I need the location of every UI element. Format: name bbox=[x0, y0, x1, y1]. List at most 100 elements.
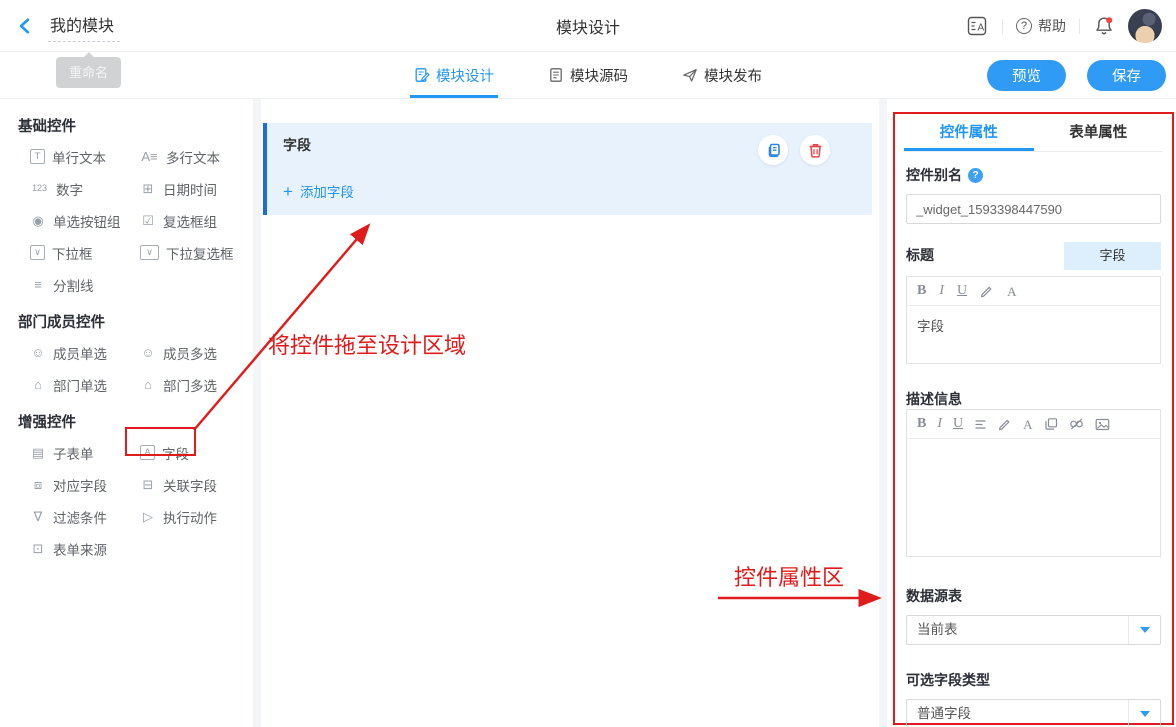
italic-button[interactable]: I bbox=[939, 284, 944, 298]
title-field-chip[interactable]: 字段 bbox=[1064, 242, 1161, 270]
sidebar-item-multi-line-text[interactable]: A≡ 多行文本 bbox=[140, 146, 243, 167]
tab-widget-properties[interactable]: 控件属性 bbox=[904, 114, 1034, 151]
sidebar-scrollbar-track[interactable] bbox=[253, 99, 261, 727]
save-button[interactable]: 保存 bbox=[1087, 60, 1166, 91]
sidebar-item-radio-group[interactable]: ◉ 单选按钮组 bbox=[30, 210, 140, 231]
item-label: 表单来源 bbox=[53, 539, 107, 559]
selected-field-widget[interactable]: 字段 + 添加字段 bbox=[263, 123, 872, 215]
item-label: 部门多选 bbox=[163, 375, 217, 395]
sidebar-item-datetime[interactable]: ⊞ 日期时间 bbox=[140, 178, 243, 199]
related-field-icon: ⊟ bbox=[140, 477, 156, 492]
title-rich-editor: B I U A 字段 bbox=[906, 276, 1161, 364]
italic-button[interactable]: I bbox=[937, 417, 942, 431]
rename-tooltip: 重命名 bbox=[56, 57, 121, 88]
tab-form-properties[interactable]: 表单属性 bbox=[1034, 114, 1164, 151]
image-button[interactable] bbox=[1095, 418, 1110, 431]
sidebar-item-form-source[interactable]: ⊡ 表单来源 bbox=[30, 538, 140, 559]
widget-alias-label: 控件别名 ? bbox=[906, 165, 1161, 185]
sidebar-item-dept-multi[interactable]: ⌂ 部门多选 bbox=[140, 374, 243, 395]
delete-widget-button[interactable] bbox=[800, 135, 830, 165]
module-designer-app: 我的模块 模块设计 A ? 帮助 bbox=[0, 0, 1176, 727]
sidebar-item-checkbox-group[interactable]: ☑ 复选框组 bbox=[140, 210, 243, 231]
sidebar-item-subform[interactable]: ▤ 子表单 bbox=[30, 442, 140, 463]
widget-alias-label-text: 控件别名 bbox=[906, 165, 962, 185]
sidebar-item-related-field[interactable]: ⊟ 关联字段 bbox=[140, 474, 243, 495]
translate-icon[interactable]: A bbox=[965, 14, 989, 38]
sidebar-item-dept-single[interactable]: ⌂ 部门单选 bbox=[30, 374, 140, 395]
sidebar-item-dropdown-multi[interactable]: ∨ 下拉复选框 bbox=[140, 242, 243, 263]
fieldtype-caret-box[interactable] bbox=[1128, 700, 1160, 727]
sidebar-item-mapping-field[interactable]: ⧈ 对应字段 bbox=[30, 474, 140, 495]
dropdown-icon: ∨ bbox=[30, 245, 45, 260]
sidebar-item-single-line-text[interactable]: T 单行文本 bbox=[30, 146, 140, 167]
bold-button[interactable]: B bbox=[917, 417, 926, 431]
plus-icon: + bbox=[283, 183, 293, 200]
align-button[interactable] bbox=[974, 418, 987, 431]
checkbox-group-icon: ☑ bbox=[140, 213, 156, 228]
sidebar-item-member-single[interactable]: ☺ 成员单选 bbox=[30, 342, 140, 363]
chevron-down-icon bbox=[1140, 627, 1150, 633]
underline-button[interactable]: U bbox=[953, 417, 963, 431]
datetime-icon: ⊞ bbox=[140, 181, 156, 196]
back-chevron-icon bbox=[16, 17, 34, 35]
font-button[interactable]: A bbox=[1023, 418, 1032, 431]
title-editor-content[interactable]: 字段 bbox=[907, 306, 1160, 363]
tab-module-source[interactable]: 模块源码 bbox=[544, 52, 632, 98]
design-canvas[interactable]: 字段 + 添加字段 bbox=[261, 99, 879, 727]
fieldtype-select[interactable]: 普通字段 bbox=[906, 699, 1161, 727]
copy-format-button[interactable] bbox=[1044, 417, 1058, 431]
unlink-button[interactable] bbox=[1069, 417, 1084, 431]
title-editor-toolbar: B I U A bbox=[907, 277, 1160, 306]
basic-controls-grid: T 单行文本 A≡ 多行文本 123 数字 ⊞ 日期时间 ◉ 单选按钮组 ☑ 复… bbox=[30, 146, 253, 295]
single-line-text-icon: T bbox=[30, 149, 45, 164]
header-separator bbox=[1002, 19, 1003, 34]
top-header: 我的模块 模块设计 A ? 帮助 bbox=[0, 0, 1176, 52]
bold-button[interactable]: B bbox=[917, 284, 926, 298]
tab-module-publish[interactable]: 模块发布 bbox=[678, 52, 766, 98]
header-separator-2 bbox=[1079, 19, 1080, 34]
datasource-select[interactable]: 当前表 bbox=[906, 615, 1161, 645]
sidebar-item-member-multi[interactable]: ☺ 成员多选 bbox=[140, 342, 243, 363]
widget-alias-input[interactable] bbox=[906, 194, 1161, 224]
notification-button[interactable] bbox=[1093, 15, 1115, 37]
subform-icon: ▤ bbox=[30, 445, 46, 460]
item-label: 分割线 bbox=[53, 275, 94, 295]
item-label: 关联字段 bbox=[163, 475, 217, 495]
dept-single-icon: ⌂ bbox=[30, 377, 46, 392]
properties-panel: 控件属性 表单属性 控件别名 ? 标题 字段 B I U A 字段 描述信息 bbox=[893, 112, 1174, 725]
back-button[interactable] bbox=[16, 16, 36, 36]
section-basic-controls: 基础控件 bbox=[18, 115, 253, 136]
description-editor-content[interactable] bbox=[907, 439, 1160, 556]
sidebar-item-dropdown[interactable]: ∨ 下拉框 bbox=[30, 242, 140, 263]
sidebar-item-filter-condition[interactable]: ∇ 过滤条件 bbox=[30, 506, 140, 527]
radio-group-icon: ◉ bbox=[30, 213, 46, 228]
sidebar-item-execute-action[interactable]: ▷ 执行动作 bbox=[140, 506, 243, 527]
canvas-scrollbar-track[interactable] bbox=[879, 99, 887, 727]
item-label: 成员单选 bbox=[53, 343, 107, 363]
sidebar-item-number[interactable]: 123 数字 bbox=[30, 178, 140, 199]
duplicate-widget-button[interactable] bbox=[758, 135, 788, 165]
help-button[interactable]: ? 帮助 bbox=[1016, 16, 1066, 36]
module-source-icon bbox=[548, 67, 564, 83]
user-avatar[interactable] bbox=[1128, 9, 1162, 43]
module-name[interactable]: 我的模块 bbox=[48, 10, 120, 42]
preview-button[interactable]: 预览 bbox=[987, 60, 1066, 91]
sidebar-item-field[interactable]: A 字段 bbox=[140, 442, 243, 463]
dropdown-multi-icon: ∨ bbox=[140, 245, 159, 260]
item-label: 数字 bbox=[56, 179, 83, 199]
add-field-link[interactable]: + 添加字段 bbox=[283, 181, 354, 201]
tab-module-design[interactable]: 模块设计 bbox=[410, 52, 498, 98]
fieldtype-label: 可选字段类型 bbox=[906, 670, 1161, 690]
alias-help-icon[interactable]: ? bbox=[968, 168, 983, 183]
title-field-row: 标题 字段 bbox=[906, 245, 1161, 273]
sidebar-item-divider[interactable]: ≡ 分割线 bbox=[30, 274, 140, 295]
fieldtype-value: 普通字段 bbox=[917, 706, 971, 721]
mapping-field-icon: ⧈ bbox=[30, 477, 46, 492]
datasource-caret-box[interactable] bbox=[1128, 616, 1160, 644]
pen-color-button[interactable] bbox=[980, 284, 994, 298]
description-label: 描述信息 bbox=[906, 389, 1161, 409]
section-enhanced-controls: 增强控件 bbox=[18, 411, 253, 432]
pen-color-button[interactable] bbox=[998, 417, 1012, 431]
font-button[interactable]: A bbox=[1007, 285, 1016, 298]
underline-button[interactable]: U bbox=[957, 284, 967, 298]
